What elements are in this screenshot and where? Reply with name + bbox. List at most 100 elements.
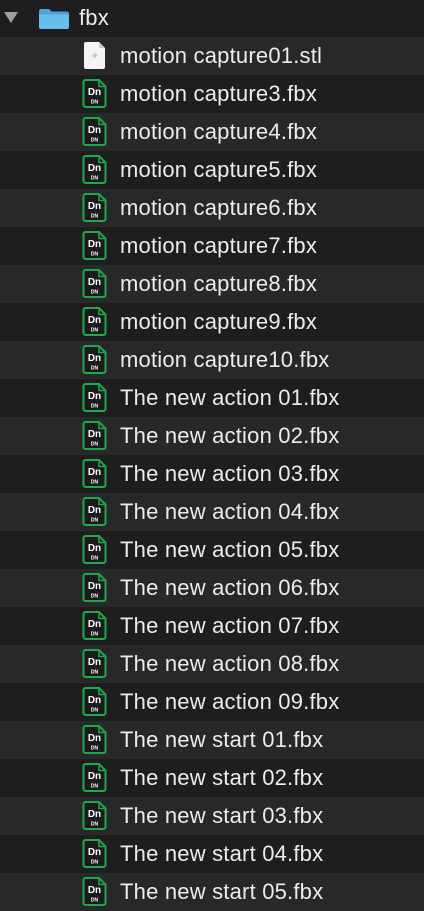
- file-row[interactable]: Dn DN The new action 07.fbx: [0, 607, 424, 645]
- file-row[interactable]: Dn DN The new start 01.fbx: [0, 721, 424, 759]
- dn-badge-text: Dn: [88, 657, 101, 668]
- dn-file-icon: Dn DN: [82, 725, 107, 754]
- dn-badge-subtext: DN: [91, 366, 99, 372]
- file-name: motion capture9.fbx: [120, 309, 318, 334]
- dn-file-icon: Dn DN: [82, 459, 107, 488]
- file-row[interactable]: Dn DN The new action 02.fbx: [0, 417, 424, 455]
- dn-badge-text: Dn: [88, 581, 101, 592]
- dn-badge-subtext: DN: [91, 404, 99, 410]
- dn-file-icon: Dn DN: [82, 231, 107, 260]
- dn-file-icon: Dn DN: [82, 497, 107, 526]
- file-row[interactable]: Dn DN motion capture5.fbx: [0, 151, 424, 189]
- dn-badge-subtext: DN: [91, 594, 99, 600]
- dn-badge-subtext: DN: [91, 100, 99, 106]
- file-name: motion capture7.fbx: [120, 233, 318, 258]
- file-name: The new action 06.fbx: [120, 575, 340, 600]
- file-row[interactable]: Dn DN The new start 05.fbx: [0, 873, 424, 911]
- dn-badge-subtext: DN: [91, 556, 99, 562]
- file-row[interactable]: Dn DN motion capture8.fbx: [0, 265, 424, 303]
- dn-file-icon: Dn DN: [82, 79, 107, 108]
- file-name: The new action 07.fbx: [120, 613, 340, 638]
- file-name: motion capture3.fbx: [120, 81, 318, 106]
- dn-badge-subtext: DN: [91, 138, 99, 144]
- dn-badge-subtext: DN: [91, 860, 99, 866]
- file-row[interactable]: Dn DN The new action 03.fbx: [0, 455, 424, 493]
- dn-badge-subtext: DN: [91, 252, 99, 258]
- dn-badge-text: Dn: [88, 163, 101, 174]
- file-row[interactable]: Dn DN The new start 04.fbx: [0, 835, 424, 873]
- dn-badge-text: Dn: [88, 353, 101, 364]
- dn-badge-text: Dn: [88, 733, 101, 744]
- dn-file-icon: Dn DN: [82, 839, 107, 868]
- file-name: motion capture10.fbx: [120, 347, 330, 372]
- dn-badge-text: Dn: [88, 771, 101, 782]
- folder-icon: [39, 9, 69, 29]
- file-row[interactable]: Dn DN motion capture10.fbx: [0, 341, 424, 379]
- file-row[interactable]: Dn DN The new action 09.fbx: [0, 683, 424, 721]
- dn-file-icon: Dn DN: [82, 193, 107, 222]
- dn-badge-text: Dn: [88, 467, 101, 478]
- file-name: motion capture4.fbx: [120, 119, 318, 144]
- file-name: The new action 04.fbx: [120, 499, 340, 524]
- dn-badge-text: Dn: [88, 391, 101, 402]
- file-row[interactable]: Dn DN The new action 04.fbx: [0, 493, 424, 531]
- dn-file-icon: Dn DN: [82, 649, 107, 678]
- dn-badge-subtext: DN: [91, 290, 99, 296]
- file-name: The new action 05.fbx: [120, 537, 340, 562]
- file-name: The new start 05.fbx: [120, 879, 324, 904]
- folder-name: fbx: [79, 5, 109, 30]
- dn-file-icon: Dn DN: [82, 535, 107, 564]
- file-name: The new action 02.fbx: [120, 423, 340, 448]
- dn-badge-subtext: DN: [91, 898, 99, 904]
- dn-file-icon: Dn DN: [82, 421, 107, 450]
- dn-badge-subtext: DN: [91, 480, 99, 486]
- dn-file-icon: Dn DN: [82, 155, 107, 184]
- dn-badge-text: Dn: [88, 695, 101, 706]
- file-name: The new action 03.fbx: [120, 461, 340, 486]
- file-row[interactable]: Dn DN The new start 03.fbx: [0, 797, 424, 835]
- file-row[interactable]: Dn DN The new action 05.fbx: [0, 531, 424, 569]
- dn-file-icon: Dn DN: [82, 307, 107, 336]
- dn-badge-text: Dn: [88, 543, 101, 554]
- dn-file-icon: Dn DN: [82, 687, 107, 716]
- file-row[interactable]: Dn DN The new start 02.fbx: [0, 759, 424, 797]
- dn-badge-text: Dn: [88, 619, 101, 630]
- file-row[interactable]: Dn DN motion capture3.fbx: [0, 75, 424, 113]
- dn-badge-text: Dn: [88, 125, 101, 136]
- file-name: The new action 09.fbx: [120, 689, 340, 714]
- file-name: The new start 01.fbx: [120, 727, 324, 752]
- dn-badge-text: Dn: [88, 429, 101, 440]
- dn-badge-text: Dn: [88, 201, 101, 212]
- file-row[interactable]: Dn DN motion capture6.fbx: [0, 189, 424, 227]
- file-row[interactable]: motion capture01.stl: [0, 37, 424, 75]
- dn-badge-subtext: DN: [91, 442, 99, 448]
- disclosure-triangle-icon[interactable]: [4, 12, 18, 23]
- dn-badge-subtext: DN: [91, 518, 99, 524]
- generic-file-icon: [84, 42, 105, 69]
- dn-badge-text: Dn: [88, 809, 101, 820]
- dn-badge-text: Dn: [88, 847, 101, 858]
- file-name: motion capture6.fbx: [120, 195, 318, 220]
- dn-badge-text: Dn: [88, 277, 101, 288]
- dn-badge-text: Dn: [88, 87, 101, 98]
- file-name: The new action 08.fbx: [120, 651, 340, 676]
- dn-badge-text: Dn: [88, 239, 101, 250]
- file-name: The new action 01.fbx: [120, 385, 340, 410]
- file-row[interactable]: Dn DN motion capture7.fbx: [0, 227, 424, 265]
- file-row[interactable]: Dn DN motion capture9.fbx: [0, 303, 424, 341]
- file-name: motion capture5.fbx: [120, 157, 318, 182]
- dn-file-icon: Dn DN: [82, 269, 107, 298]
- file-row[interactable]: Dn DN motion capture4.fbx: [0, 113, 424, 151]
- dn-badge-subtext: DN: [91, 746, 99, 752]
- file-row[interactable]: Dn DN The new action 08.fbx: [0, 645, 424, 683]
- dn-file-icon: Dn DN: [82, 117, 107, 146]
- folder-row-fbx[interactable]: fbx: [0, 0, 424, 37]
- dn-badge-subtext: DN: [91, 214, 99, 220]
- dn-file-icon: Dn DN: [82, 611, 107, 640]
- file-row[interactable]: Dn DN The new action 01.fbx: [0, 379, 424, 417]
- dn-badge-subtext: DN: [91, 822, 99, 828]
- file-row[interactable]: Dn DN The new action 06.fbx: [0, 569, 424, 607]
- dn-badge-subtext: DN: [91, 670, 99, 676]
- dn-badge-text: Dn: [88, 315, 101, 326]
- dn-badge-subtext: DN: [91, 632, 99, 638]
